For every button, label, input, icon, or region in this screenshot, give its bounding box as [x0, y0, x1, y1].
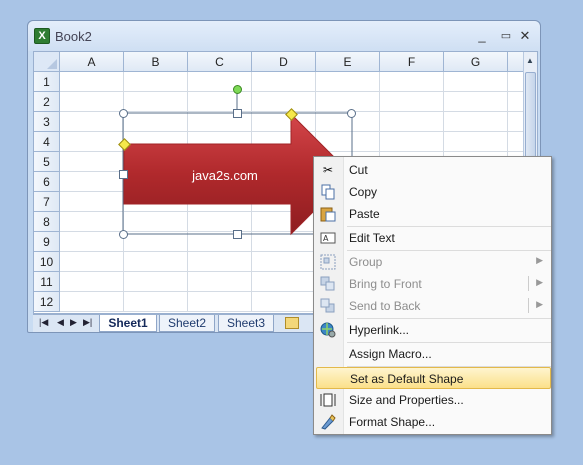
submenu-arrow-icon: ▶ [536, 277, 543, 287]
resize-handle-top-right[interactable] [347, 109, 356, 118]
group-icon [320, 254, 336, 270]
rotation-handle[interactable] [233, 85, 242, 94]
menu-item-label: Edit Text [349, 231, 395, 245]
edit-text-icon: A [320, 230, 336, 246]
menu-item-bring-to-front[interactable]: Bring to Front ▶ [316, 273, 551, 295]
menu-item-label: Set as Default Shape [350, 372, 464, 386]
copy-icon [320, 184, 336, 200]
submenu-arrow-icon: ▶ [536, 255, 543, 265]
resize-handle-top[interactable] [233, 109, 242, 118]
shape-text[interactable]: java2s.com [170, 168, 280, 183]
scissors-icon: ✂ [322, 163, 334, 177]
split-separator [528, 298, 529, 313]
menu-item-paste[interactable]: Paste [316, 203, 551, 225]
menu-item-send-to-back[interactable]: Send to Back ▶ [316, 295, 551, 317]
menu-item-copy[interactable]: Copy [316, 181, 551, 203]
svg-text:A: A [323, 234, 329, 243]
menu-item-label: Format Shape... [349, 415, 436, 429]
menu-item-label: Assign Macro... [349, 347, 432, 361]
menu-item-size-properties[interactable]: Size and Properties... [316, 389, 551, 411]
menu-item-group[interactable]: Group ▶ [316, 251, 551, 273]
bring-front-icon [320, 276, 336, 292]
menu-item-assign-macro[interactable]: Assign Macro... [316, 343, 551, 365]
paste-icon [320, 206, 336, 222]
context-menu: ✂ Cut Copy Paste A Edit Text Group ▶ Bri… [313, 156, 552, 435]
submenu-arrow-icon: ▶ [536, 299, 543, 309]
menu-item-hyperlink[interactable]: Hyperlink... [316, 319, 551, 341]
menu-item-edit-text[interactable]: A Edit Text [316, 227, 551, 249]
format-shape-icon [320, 414, 336, 430]
menu-item-label: Send to Back [349, 299, 421, 313]
menu-item-set-default-shape[interactable]: Set as Default Shape [316, 367, 551, 389]
resize-handle-left[interactable] [119, 170, 128, 179]
menu-item-cut[interactable]: ✂ Cut [316, 159, 551, 181]
split-separator [528, 276, 529, 291]
menu-item-label: Bring to Front [349, 277, 422, 291]
menu-item-label: Cut [349, 163, 368, 177]
resize-handle-bottom[interactable] [233, 230, 242, 239]
size-properties-icon [320, 392, 336, 408]
resize-handle-top-left[interactable] [119, 109, 128, 118]
send-back-icon [320, 298, 336, 314]
resize-handle-bottom-left[interactable] [119, 230, 128, 239]
menu-item-label: Group [349, 255, 383, 269]
hyperlink-icon [320, 322, 336, 338]
menu-item-label: Hyperlink... [349, 323, 410, 337]
menu-item-label: Copy [349, 185, 378, 199]
menu-item-label: Size and Properties... [349, 393, 464, 407]
menu-item-format-shape[interactable]: Format Shape... [316, 411, 551, 433]
menu-item-label: Paste [349, 207, 380, 221]
